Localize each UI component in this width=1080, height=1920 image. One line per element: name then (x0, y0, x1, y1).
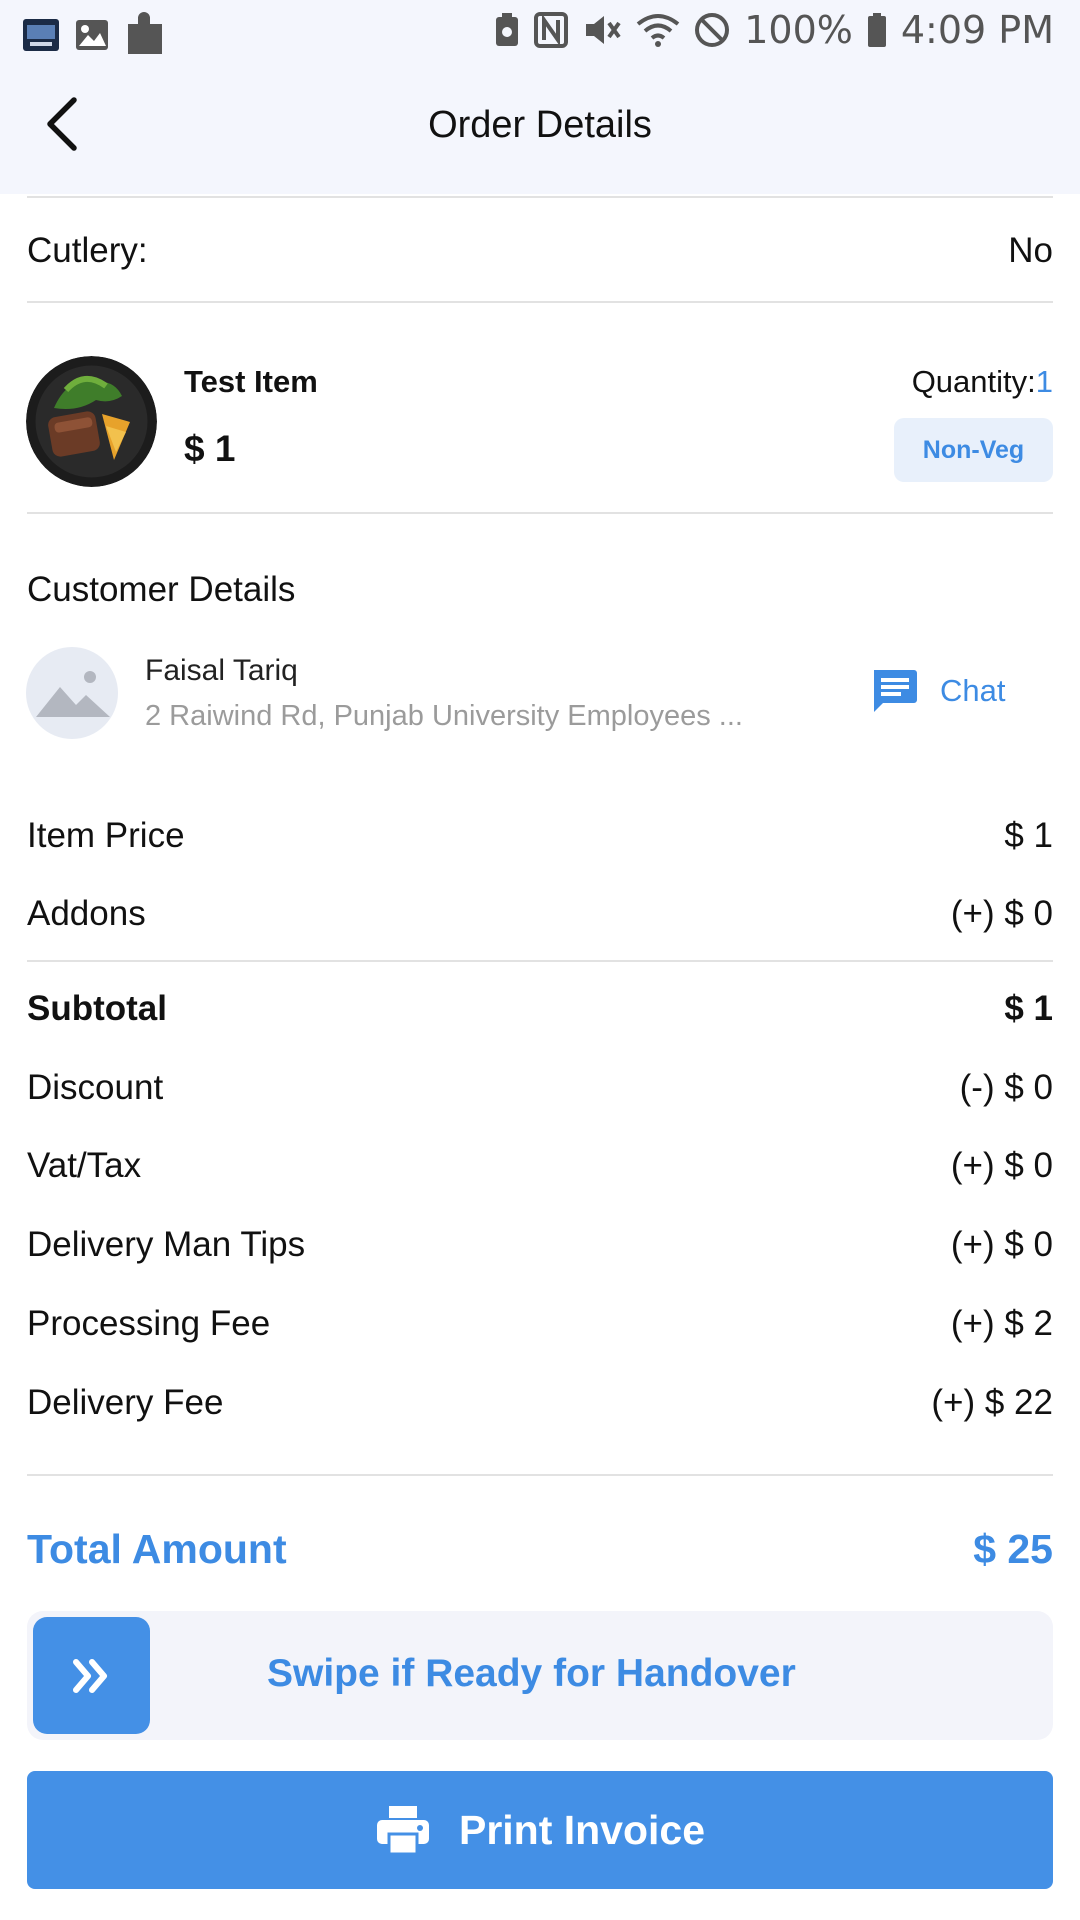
processing-fee-label: Processing Fee (27, 1304, 271, 1343)
delivery-fee-value: (+) $ 22 (931, 1383, 1053, 1422)
processing-fee-value: (+) $ 2 (950, 1304, 1053, 1343)
quantity-label: Quantity: (911, 364, 1036, 399)
customer-section-title: Customer Details (27, 570, 296, 609)
status-bar: 100% 4:09 PM (0, 0, 1080, 64)
cutlery-value: No (1008, 231, 1053, 270)
discount-label: Discount (27, 1068, 164, 1107)
total-amount-row: Total Amount $ 25 (27, 1526, 1053, 1573)
customer-address: 2 Raiwind Rd, Punjab University Employee… (145, 700, 743, 732)
vat-value: (+) $ 0 (950, 1146, 1053, 1185)
subtotal-row: Subtotal $ 1 (27, 987, 1053, 1031)
item-quantity: Quantity:1 (912, 364, 1053, 400)
divider (27, 512, 1053, 514)
gallery-icon (74, 17, 110, 58)
double-chevron-right-icon (72, 1658, 107, 1693)
chat-button[interactable]: Chat (870, 668, 1005, 714)
divider (27, 196, 1053, 198)
tips-label: Delivery Man Tips (27, 1225, 306, 1264)
item-price-label: Item Price (27, 816, 185, 855)
handover-swipe-track[interactable]: Swipe if Ready for Handover (27, 1611, 1053, 1740)
tips-value: (+) $ 0 (950, 1225, 1053, 1264)
discount-value: (-) $ 0 (959, 1068, 1053, 1107)
customer-name: Faisal Tariq (145, 654, 298, 687)
swipe-handle[interactable] (33, 1617, 150, 1734)
recycle-icon (494, 12, 520, 48)
page-title: Order Details (428, 104, 652, 146)
discount-row: Discount (-) $ 0 (27, 1066, 1053, 1110)
print-invoice-label: Print Invoice (458, 1806, 706, 1853)
battery-level: 100% (744, 8, 853, 52)
subtotal-label: Subtotal (27, 989, 167, 1028)
item-image (26, 356, 157, 487)
quantity-value: 1 (1035, 364, 1053, 399)
image-placeholder-icon (36, 671, 110, 717)
vibrate-mute-icon (582, 12, 622, 48)
addons-label: Addons (27, 894, 146, 933)
item-name: Test Item (184, 364, 318, 399)
divider (27, 960, 1053, 962)
cutlery-label: Cutlery: (27, 231, 148, 270)
addons-row: Addons (+) $ 0 (27, 892, 1053, 936)
swipe-label: Swipe if Ready for Handover (267, 1652, 796, 1695)
puzzle-icon (124, 12, 166, 63)
chat-label: Chat (940, 673, 1006, 708)
notification-icons (22, 12, 166, 63)
vat-row: Vat/Tax (+) $ 0 (27, 1144, 1053, 1188)
battery-icon (867, 12, 887, 48)
item-price-row: Item Price $ 1 (27, 814, 1053, 858)
vat-label: Vat/Tax (27, 1146, 142, 1185)
cutlery-row: Cutlery: No (27, 229, 1053, 273)
nfc-icon (534, 12, 569, 48)
clock: 4:09 PM (900, 8, 1054, 52)
do-not-disturb-icon (694, 12, 730, 48)
total-amount-value: $ 25 (973, 1526, 1053, 1572)
divider (27, 1474, 1053, 1476)
chat-icon (874, 670, 917, 712)
delivery-fee-label: Delivery Fee (27, 1383, 224, 1422)
print-invoice-button[interactable]: Print Invoice (27, 1771, 1053, 1889)
subtotal-value: $ 1 (1004, 989, 1053, 1028)
addons-value: (+) $ 0 (950, 894, 1053, 933)
veg-type-badge: Non-Veg (894, 418, 1053, 482)
item-price-value: $ 1 (1004, 816, 1053, 855)
system-icons: 100% 4:09 PM (494, 8, 1054, 52)
processing-fee-row: Processing Fee (+) $ 2 (27, 1302, 1053, 1346)
total-amount-label: Total Amount (27, 1526, 287, 1572)
tips-row: Delivery Man Tips (+) $ 0 (27, 1223, 1053, 1267)
customer-avatar (26, 647, 118, 739)
app-bar: Order Details (0, 64, 1080, 194)
app-thumbnail-icon (22, 16, 60, 59)
delivery-fee-row: Delivery Fee (+) $ 22 (27, 1381, 1053, 1425)
printer-icon (376, 1806, 429, 1856)
wifi-icon (636, 12, 680, 48)
divider (27, 301, 1053, 303)
item-price: $ 1 (184, 428, 236, 469)
